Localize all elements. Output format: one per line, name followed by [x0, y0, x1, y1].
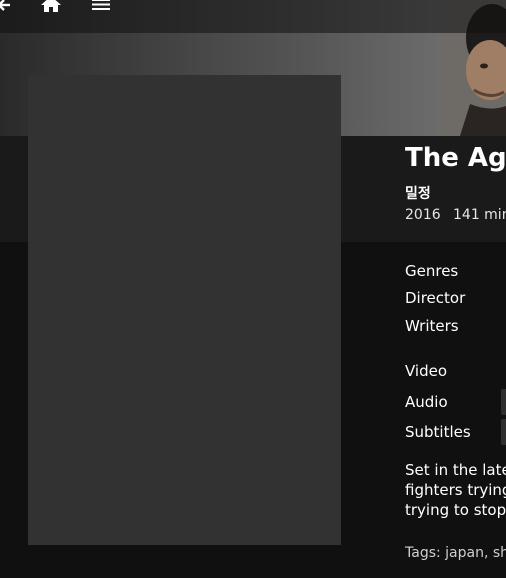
back-button[interactable] — [0, 0, 14, 16]
tags-row: Tags: japan, sha — [405, 545, 506, 561]
poster-image[interactable] — [28, 75, 341, 545]
home-icon — [40, 0, 62, 18]
menu-button[interactable] — [88, 0, 114, 16]
original-title: 밀정 — [405, 186, 431, 202]
next-section-peek — [405, 572, 506, 578]
overview-line: fighters trying — [405, 481, 506, 499]
overview-line: Set in the late — [405, 461, 506, 479]
tag-link[interactable]: sha — [493, 545, 506, 561]
item-title: The Age — [405, 143, 506, 173]
runtime: 141 min — [453, 207, 506, 223]
production-year: 2016 — [405, 207, 441, 223]
top-header — [0, 0, 506, 33]
overview-text: Set in the late fighters trying trying t… — [405, 460, 506, 520]
video-label: Video — [405, 362, 448, 380]
subtitles-select[interactable] — [501, 419, 506, 445]
hamburger-menu-icon — [90, 0, 112, 18]
genres-label: Genres — [405, 262, 459, 280]
writers-label: Writers — [405, 317, 459, 335]
director-label: Director — [405, 289, 466, 307]
audio-label: Audio — [405, 393, 448, 411]
tags-label: Tags: — [405, 545, 441, 561]
audio-select[interactable] — [501, 389, 506, 415]
overview-line: trying to stop t — [405, 501, 506, 519]
home-button[interactable] — [38, 0, 64, 16]
arrow-back-icon — [0, 0, 14, 18]
subtitles-label: Subtitles — [405, 423, 471, 441]
tag-link[interactable]: japan — [445, 545, 484, 561]
